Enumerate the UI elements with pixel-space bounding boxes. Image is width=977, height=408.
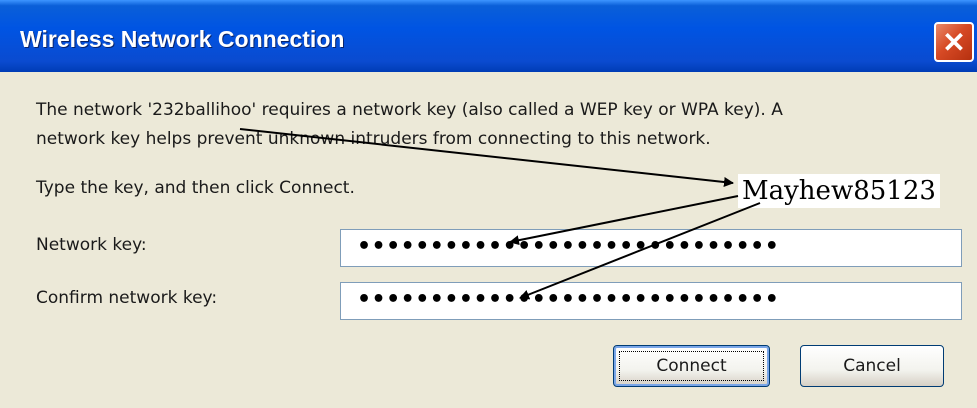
close-button[interactable]: ✕ [934, 22, 974, 62]
cancel-button-label: Cancel [843, 356, 901, 376]
confirm-key-label: Confirm network key: [36, 288, 218, 308]
annotation-key-text: Mayhew85123 [738, 174, 940, 208]
network-key-input[interactable]: ••••••••••••••••••••••••••••• [340, 229, 962, 267]
network-key-label: Network key: [36, 235, 147, 255]
cancel-button[interactable]: Cancel [800, 345, 944, 387]
confirm-key-value: ••••••••••••••••••••••••••••• [357, 287, 780, 312]
dialog-content: The network '232ballihoo' requires a net… [0, 72, 977, 408]
wireless-network-dialog: Wireless Network Connection ✕ The networ… [0, 0, 977, 408]
message-line-2: network key helps prevent unknown intrud… [36, 129, 711, 149]
network-key-value: ••••••••••••••••••••••••••••• [357, 234, 780, 259]
window-title: Wireless Network Connection [20, 26, 345, 52]
confirm-key-input[interactable]: ••••••••••••••••••••••••••••• [340, 282, 962, 320]
connect-button[interactable]: Connect [613, 345, 770, 387]
close-icon: ✕ [942, 26, 966, 58]
title-bar[interactable]: Wireless Network Connection ✕ [0, 0, 977, 72]
message-line-1: The network '232ballihoo' requires a net… [36, 100, 783, 120]
connect-button-label: Connect [656, 356, 727, 376]
instruction-text: Type the key, and then click Connect. [36, 178, 355, 198]
